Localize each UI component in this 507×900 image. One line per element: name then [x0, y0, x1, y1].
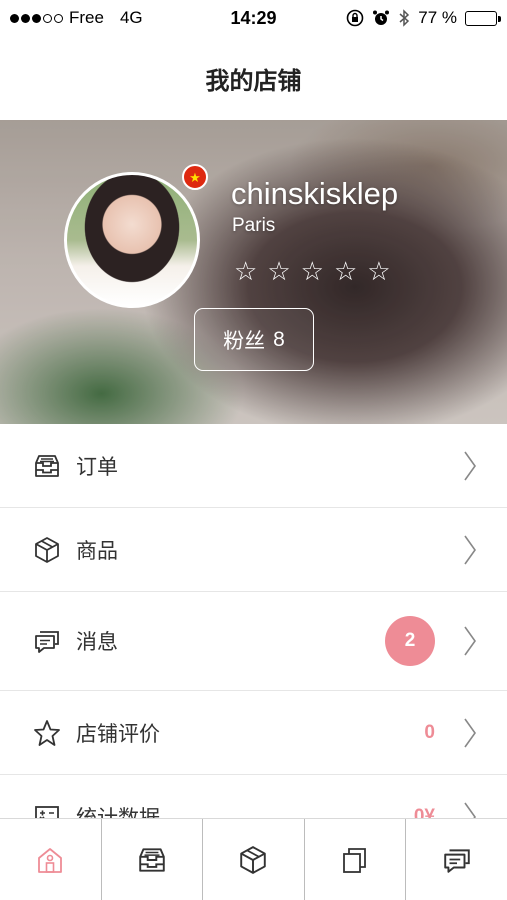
avatar[interactable]	[64, 172, 200, 308]
tab-bar	[0, 818, 507, 900]
menu-item-reviews[interactable]: 店铺评价 0	[0, 691, 507, 775]
menu-item-label: 消息	[76, 631, 118, 654]
chat-icon	[443, 848, 470, 873]
chevron-right-icon	[464, 535, 476, 564]
china-flag-icon: ★	[182, 164, 208, 190]
menu-item-label: 订单	[76, 455, 118, 479]
rating-star-icon: ☆	[333, 256, 358, 286]
bluetooth-icon	[399, 9, 410, 27]
tab-products[interactable]	[203, 819, 305, 900]
network-type: 4G	[119, 8, 143, 27]
fans-label: 粉丝	[223, 329, 266, 353]
alarm-icon	[373, 10, 390, 25]
fans-count: 8	[273, 327, 285, 351]
profile-header: ★ chinskisklep Paris ☆ ☆ ☆ ☆ ☆ 粉丝 8	[0, 120, 507, 424]
menu-item-products[interactable]: 商品	[0, 508, 507, 592]
star-icon	[32, 718, 62, 748]
chat-icon	[32, 626, 62, 656]
rating-star-icon: ☆	[367, 256, 391, 286]
chevron-right-icon	[464, 626, 476, 656]
inbox-icon	[32, 451, 62, 481]
carrier-name: Free	[69, 8, 104, 27]
unread-badge: 2	[385, 616, 435, 666]
shop-city: Paris	[232, 215, 276, 236]
menu-item-messages[interactable]: 消息 2	[0, 592, 507, 691]
menu-list: 订单 商品 消息 2 店铺评价 0 0¥	[0, 424, 507, 859]
rating-star-icon: ☆	[300, 256, 324, 286]
home-icon	[38, 847, 63, 873]
rating-star-icon: ☆	[234, 256, 258, 286]
box-icon	[32, 535, 62, 565]
tab-home[interactable]	[0, 819, 102, 900]
battery-percent: 77 %	[418, 8, 457, 27]
box-icon	[240, 845, 267, 874]
status-right: 77 %	[346, 8, 501, 28]
inbox-icon	[139, 847, 165, 872]
chevron-right-icon	[464, 718, 476, 747]
orientation-lock-icon	[346, 9, 364, 27]
status-bar: Free 4G 14:29 77 %	[0, 0, 507, 36]
battery-icon	[465, 10, 501, 26]
nav-bar: 我的店铺	[0, 36, 507, 120]
shop-name: chinskisklep	[231, 176, 399, 211]
menu-item-label: 店铺评价	[76, 722, 160, 746]
copy-icon	[343, 847, 366, 873]
page-title: 我的店铺	[205, 67, 302, 95]
chevron-right-icon	[464, 451, 476, 480]
rating-stars: ☆ ☆ ☆ ☆ ☆	[234, 258, 391, 284]
status-left: Free 4G	[10, 8, 210, 28]
tab-messages[interactable]	[406, 819, 507, 900]
tab-pages[interactable]	[305, 819, 407, 900]
fans-button[interactable]: 粉丝 8	[194, 308, 314, 371]
signal-strength-icon	[10, 13, 63, 23]
menu-item-label: 商品	[76, 539, 118, 563]
review-count: 0	[424, 721, 435, 743]
menu-item-orders[interactable]: 订单	[0, 424, 507, 508]
tab-orders[interactable]	[102, 819, 204, 900]
rating-star-icon: ☆	[267, 256, 291, 286]
